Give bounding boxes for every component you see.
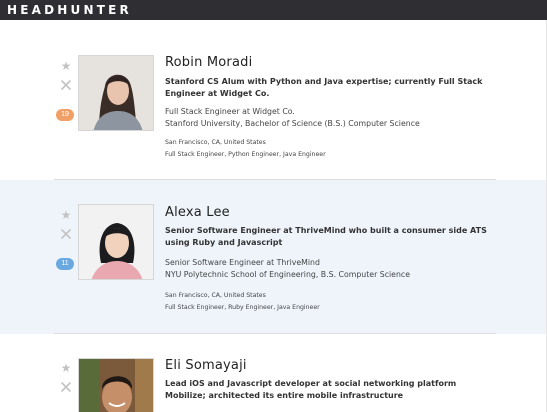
- candidate-location: San Francisco, CA, United States: [165, 292, 266, 299]
- candidate-position: Senior Software Engineer at ThriveMind: [165, 258, 320, 267]
- star-icon[interactable]: ★: [60, 60, 72, 72]
- close-icon[interactable]: [61, 382, 71, 392]
- candidate-roles: Full Stack Engineer, Ruby Engineer, Java…: [165, 304, 320, 311]
- star-icon[interactable]: ★: [60, 209, 72, 221]
- star-icon[interactable]: ★: [60, 362, 72, 374]
- candidate-headline: Senior Software Engineer at ThriveMind w…: [165, 226, 487, 247]
- candidate-card[interactable]: ★ 11 Alexa Lee Senior Software Engineer …: [0, 180, 547, 334]
- candidate-roles: Full Stack Engineer, Python Engineer, Ja…: [165, 151, 326, 158]
- candidate-name[interactable]: Robin Moradi: [165, 55, 252, 70]
- candidate-card[interactable]: ★ 19 Robin Moradi Stanford CS Alum with …: [0, 20, 547, 180]
- candidate-position: Full Stack Engineer at Widget Co.: [165, 107, 295, 116]
- candidate-education: Stanford University, Bachelor of Science…: [165, 119, 420, 128]
- candidate-headline: Lead iOS and Javascript developer at soc…: [165, 379, 457, 400]
- close-icon[interactable]: [61, 229, 71, 239]
- candidate-name[interactable]: Eli Somayaji: [165, 358, 247, 373]
- candidate-education: NYU Polytechnic School of Engineering, B…: [165, 270, 411, 279]
- candidate-location: San Francisco, CA, United States: [165, 139, 266, 146]
- avatar[interactable]: [78, 55, 154, 131]
- avatar[interactable]: [78, 358, 154, 412]
- candidate-name[interactable]: Alexa Lee: [165, 205, 230, 220]
- match-count-badge: 19: [56, 109, 74, 121]
- candidate-headline: Stanford CS Alum with Python and Java ex…: [165, 77, 483, 98]
- candidate-card[interactable]: ★ Eli Somayaji Lead iOS and Javascript d…: [0, 334, 547, 412]
- avatar[interactable]: [78, 204, 154, 280]
- brand-logo: HEADHUNTER: [7, 3, 132, 17]
- app-header: HEADHUNTER: [0, 0, 547, 20]
- match-count-badge: 11: [56, 258, 74, 270]
- close-icon[interactable]: [61, 80, 71, 90]
